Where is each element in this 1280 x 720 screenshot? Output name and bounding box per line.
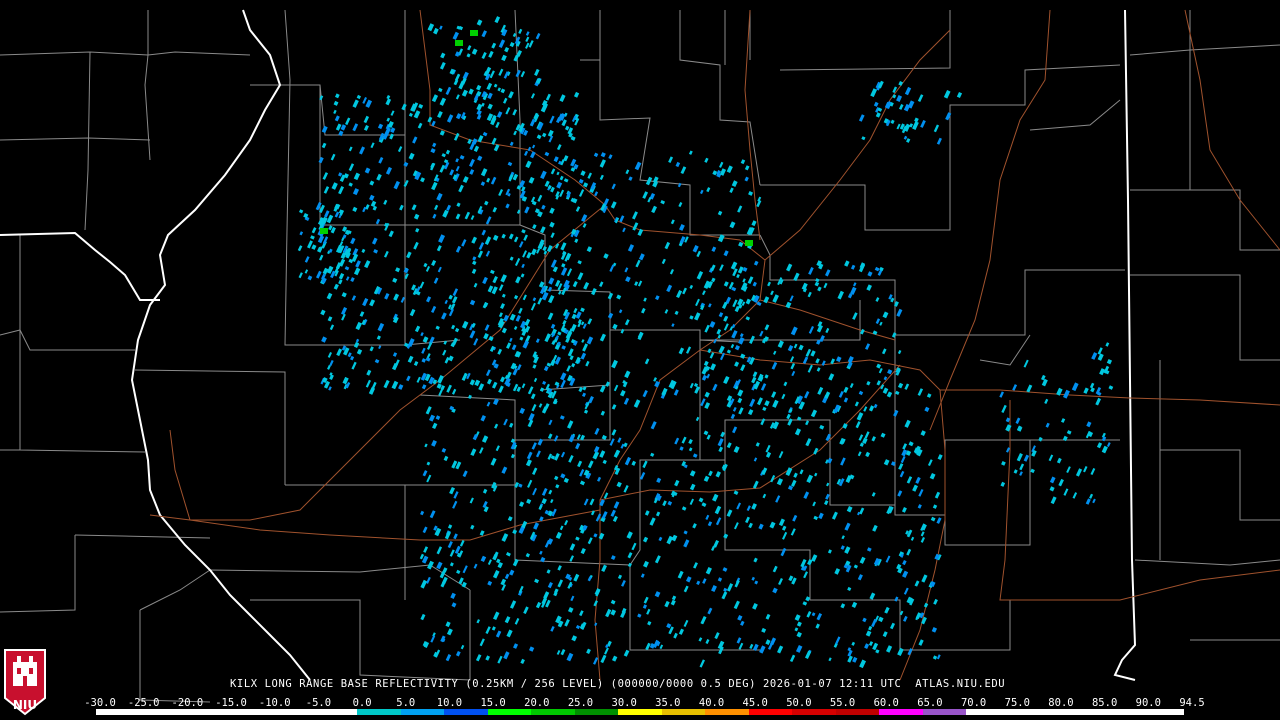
colorbar-tick: -10.0 <box>258 697 291 709</box>
colorbar-segment <box>487 709 532 715</box>
colorbar-segment <box>1009 709 1054 715</box>
colorbar-tick: 55.0 <box>829 697 856 709</box>
colorbar-segment <box>400 709 445 715</box>
colorbar-tick: 15.0 <box>480 697 506 709</box>
colorbar-segment <box>357 709 401 715</box>
colorbar-tick-labels: -30.0 -25.0 -20.0 -15.0 -10.0 -5.0 0.0 5.0 10.0 1… <box>84 697 1205 709</box>
radar-echo-strong <box>745 240 753 246</box>
colorbar-segment <box>879 709 923 715</box>
colorbar-segment <box>313 709 358 715</box>
colorbar-tick: 90.0 <box>1135 697 1161 709</box>
colorbar-segment <box>792 709 836 715</box>
colorbar-segment <box>618 709 662 715</box>
colorbar-segment <box>748 709 793 715</box>
colorbar <box>96 709 1184 715</box>
colorbar-segment <box>966 709 1010 715</box>
colorbar-segment <box>96 709 140 715</box>
logo-text: NIU <box>12 698 38 712</box>
colorbar-tick: 25.0 <box>567 697 594 709</box>
product-caption: KILX LONG RANGE BASE REFLECTIVITY (0.25K… <box>230 678 1006 690</box>
colorbar-segment <box>705 709 749 715</box>
colorbar-tick: 70.0 <box>960 697 987 709</box>
colorbar-segment <box>661 709 706 715</box>
colorbar-segment <box>139 709 184 715</box>
colorbar-tick: 94.5 <box>1179 697 1205 709</box>
colorbar-tick: -25.0 <box>127 697 160 709</box>
colorbar-segment <box>835 709 880 715</box>
colorbar-tick: -15.0 <box>215 697 247 709</box>
colorbar-tick: 65.0 <box>917 697 943 709</box>
colorbar-segment <box>226 709 271 715</box>
colorbar-tick: 75.0 <box>1004 697 1030 709</box>
colorbar-tick: -30.0 <box>84 697 116 709</box>
radar-map <box>0 0 1280 720</box>
colorbar-segment <box>531 709 575 715</box>
colorbar-tick: 30.0 <box>611 697 637 709</box>
colorbar-segment <box>270 709 314 715</box>
colorbar-tick: 80.0 <box>1048 697 1074 709</box>
colorbar-tick: 10.0 <box>436 697 463 709</box>
colorbar-segment <box>1053 709 1097 715</box>
radar-echo-strong <box>320 228 328 234</box>
colorbar-tick: 35.0 <box>655 697 681 709</box>
colorbar-tick: 20.0 <box>524 697 550 709</box>
colorbar-tick: -20.0 <box>171 697 204 709</box>
colorbar-tick: 50.0 <box>786 697 812 709</box>
radar-echo-strong <box>455 40 463 46</box>
colorbar-segment <box>1140 709 1184 715</box>
niu-logo: NIU <box>3 646 47 716</box>
colorbar-tick: 5.0 <box>396 697 416 709</box>
colorbar-tick: 45.0 <box>742 697 768 709</box>
colorbar-segment <box>922 709 967 715</box>
radar-echo-strong <box>470 30 478 36</box>
colorbar-segment <box>574 709 619 715</box>
colorbar-tick: 85.0 <box>1091 697 1118 709</box>
colorbar-tick: 40.0 <box>698 697 725 709</box>
colorbar-segment <box>183 709 227 715</box>
colorbar-tick: 0.0 <box>352 697 372 709</box>
colorbar-tick: 60.0 <box>873 697 899 709</box>
colorbar-segment <box>444 709 488 715</box>
colorbar-tick: -5.0 <box>305 697 332 709</box>
colorbar-segment <box>1096 709 1141 715</box>
